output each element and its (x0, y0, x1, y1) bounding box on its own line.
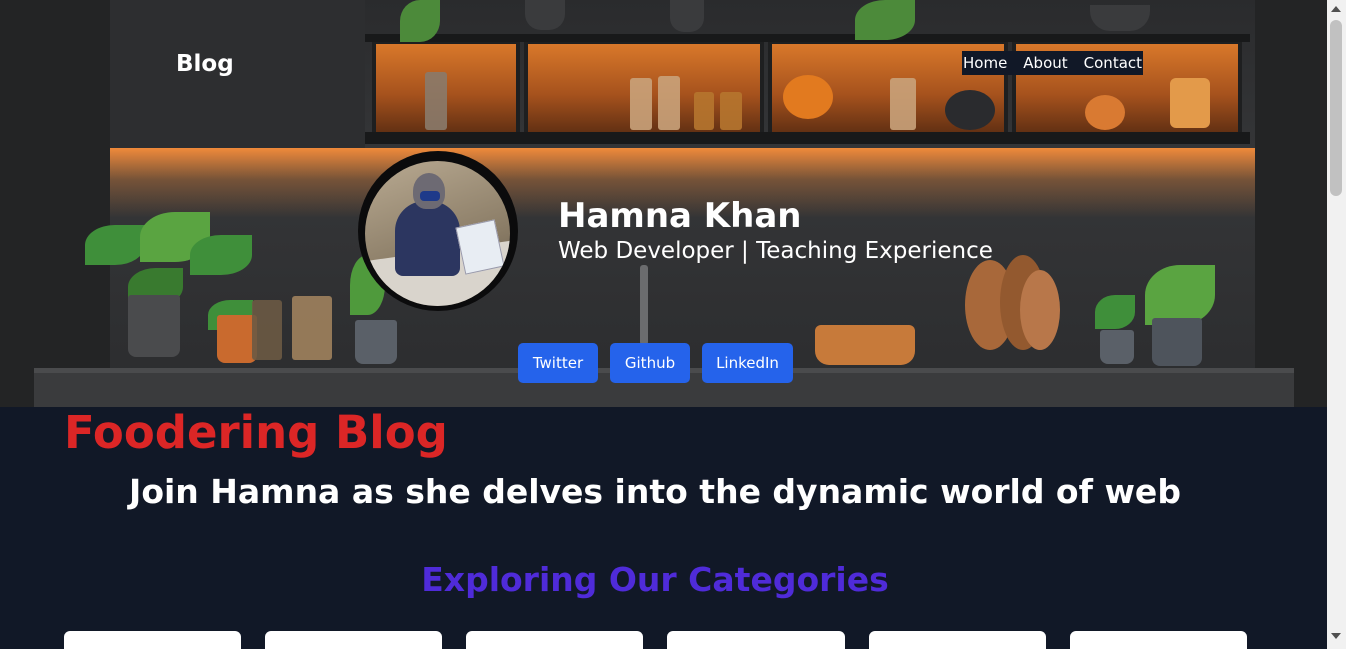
category-card[interactable] (667, 631, 845, 649)
planter (355, 320, 397, 364)
wall-panel (110, 0, 365, 150)
linkedin-button[interactable]: LinkedIn (702, 343, 793, 383)
scrollbar-thumb[interactable] (1330, 20, 1342, 196)
planter (1152, 318, 1202, 366)
plant-leaf (855, 0, 915, 40)
copper-pot (815, 325, 915, 365)
avatar-photo (365, 161, 510, 306)
avatar-figure (395, 201, 460, 276)
jar (720, 92, 742, 130)
plant-leaf (85, 225, 145, 265)
pumpkin (783, 75, 833, 119)
plant-leaf (190, 235, 252, 275)
jar (890, 78, 916, 130)
nav-link-about[interactable]: About (1015, 51, 1075, 75)
brand-logo[interactable]: Blog (176, 51, 234, 77)
category-card[interactable] (466, 631, 643, 649)
nav-link-contact[interactable]: Contact (1076, 51, 1143, 75)
plant-leaf (1145, 265, 1215, 325)
jar (630, 78, 652, 130)
jar (658, 76, 680, 130)
shelf-edge (365, 132, 1250, 144)
wall-panel (0, 0, 110, 407)
blog-title: Foodering Blog (64, 406, 448, 459)
planter (217, 315, 257, 363)
plant-leaf (1095, 295, 1135, 329)
avatar-mask (420, 191, 440, 201)
github-button[interactable]: Github (610, 343, 690, 383)
shelf-edge (365, 34, 1250, 42)
jar (694, 92, 714, 130)
category-card[interactable] (64, 631, 241, 649)
bowl (1085, 95, 1125, 130)
category-card[interactable] (869, 631, 1046, 649)
profile-title: Web Developer | Teaching Experience (558, 238, 993, 264)
cutting-board (1020, 270, 1060, 350)
tagline: Join Hamna as she delves into the dynami… (129, 472, 1181, 511)
nav-link-home[interactable]: Home (962, 51, 1015, 75)
profile-name: Hamna Khan (558, 196, 802, 236)
category-card[interactable] (265, 631, 442, 649)
scroll-down-arrow-icon[interactable] (1331, 633, 1341, 639)
vertical-scrollbar[interactable] (1327, 0, 1346, 649)
planter (128, 295, 180, 357)
top-pot (670, 0, 704, 32)
teapot (945, 90, 995, 130)
faucet (640, 265, 648, 345)
jar (252, 300, 282, 360)
avatar-paper (455, 219, 505, 275)
vase (425, 72, 447, 130)
wall-panel (1255, 0, 1327, 407)
twitter-button[interactable]: Twitter (518, 343, 598, 383)
jar (292, 296, 332, 360)
avatar (358, 151, 518, 311)
categories-heading: Exploring Our Categories (421, 560, 889, 599)
hero-banner: Blog Home About Contact Hamna Khan Web D… (0, 0, 1327, 407)
main-nav: Home About Contact (962, 51, 1144, 75)
planter (1100, 330, 1134, 364)
plant-leaf (400, 0, 440, 42)
scroll-up-arrow-icon[interactable] (1331, 6, 1341, 12)
top-pot (525, 0, 565, 30)
glassware (1170, 78, 1210, 128)
top-pot (1090, 5, 1150, 31)
category-card[interactable] (1070, 631, 1247, 649)
